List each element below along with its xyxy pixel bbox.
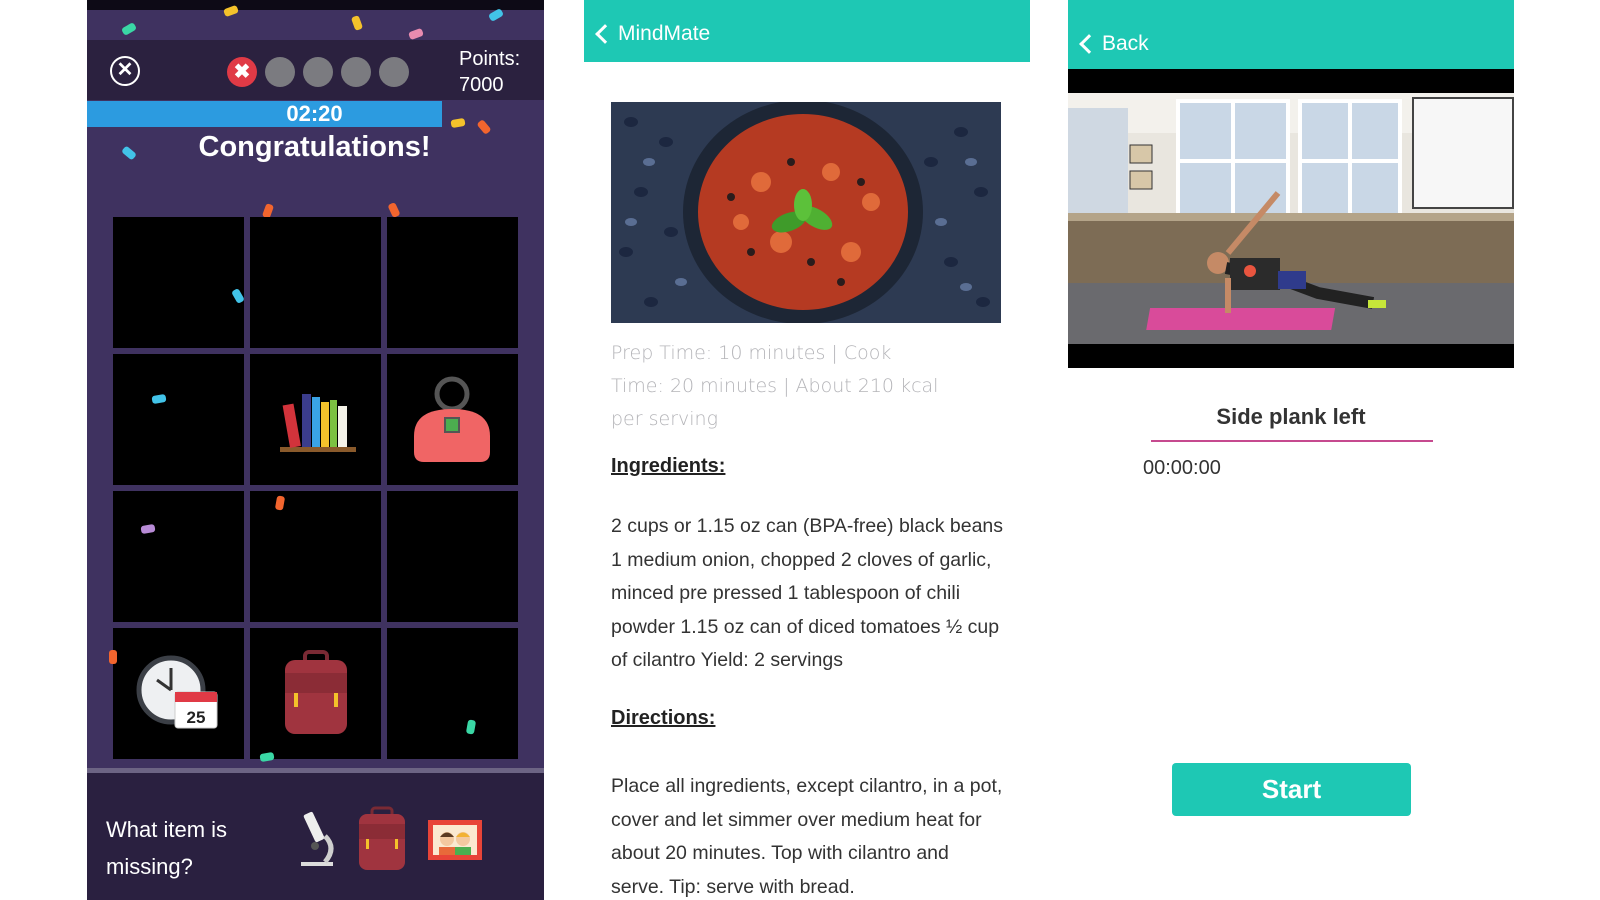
back-button[interactable]: Back [1078, 32, 1149, 56]
side-plank-video-frame[interactable] [1068, 93, 1514, 344]
nav-title: MindMate [618, 22, 711, 45]
grid-cell[interactable] [250, 491, 381, 622]
exercise-screen: Back Side plank left 00:00:00 Start [1068, 0, 1515, 900]
elapsed-time: 00:00:00 [1143, 457, 1221, 479]
congratulations-title: Congratulations! [198, 131, 431, 163]
points-value: 7000 [459, 74, 504, 96]
confetti [120, 22, 138, 36]
memory-game-screen: ✕ ✖ Points: 7000 02:20 Congratulations! [87, 0, 544, 900]
microscope-icon [301, 811, 334, 866]
grid-cell[interactable] [250, 217, 381, 348]
points-label: Points: [459, 48, 521, 70]
black-bean-chili-photo [611, 102, 1001, 323]
books-icon [280, 394, 356, 452]
game-header: ✕ ✖ Points: 7000 [87, 40, 544, 100]
question-panel: What item is missing? [87, 773, 544, 900]
chevron-left-icon [595, 24, 615, 44]
status-strip [87, 0, 544, 10]
video-letterbox-top [1068, 69, 1514, 93]
backpack-icon [359, 806, 405, 870]
clock-calendar-icon: 25 [136, 655, 218, 729]
attempts-indicator: ✖ [227, 57, 409, 87]
calendar-day: 25 [187, 708, 206, 727]
question-text: What item is missing? [106, 817, 228, 879]
attempt-dot [341, 57, 371, 87]
failed-attempt-icon: ✖ [227, 57, 257, 87]
recipe-screen: MindMate Prep Time: 10 minutes | Cook Ti… [584, 0, 1031, 900]
grid-cell[interactable] [113, 354, 244, 485]
grid-cell[interactable] [250, 628, 381, 759]
back-button[interactable]: MindMate [594, 22, 710, 46]
directions-text: Place all ingredients, except cilantro, … [611, 775, 1003, 898]
backpack-icon [285, 650, 347, 734]
confetti [259, 751, 275, 763]
navigation-bar: Back [1068, 0, 1514, 69]
navigation-bar: MindMate [584, 0, 1030, 62]
ingredients-text: 2 cups or 1.15 oz can (BPA-free) black b… [611, 515, 1004, 671]
memory-grid: 25 [113, 217, 519, 759]
attempt-dot [303, 57, 333, 87]
chevron-left-icon [1079, 34, 1099, 54]
grid-cell[interactable] [113, 217, 244, 348]
option-microscope[interactable] [285, 806, 345, 872]
grid-cell[interactable] [387, 628, 518, 759]
video-letterbox-bottom [1068, 344, 1514, 368]
confetti [408, 27, 424, 41]
grid-cell[interactable] [250, 354, 381, 485]
close-icon[interactable]: ✕ [110, 56, 140, 86]
confetti [109, 650, 117, 664]
confetti [350, 15, 364, 31]
confetti [387, 201, 401, 219]
attempt-dot [265, 57, 295, 87]
option-family-photo[interactable] [425, 806, 485, 872]
recipe-meta: Prep Time: 10 minutes | Cook Time: 20 mi… [611, 342, 939, 430]
grid-cell[interactable] [387, 491, 518, 622]
exercise-name: Side plank left [1216, 404, 1366, 429]
grid-cell[interactable] [387, 217, 518, 348]
attempt-dot [379, 57, 409, 87]
grid-cell[interactable] [387, 354, 518, 485]
grid-cell[interactable] [113, 491, 244, 622]
handbag-icon [414, 376, 490, 462]
back-label: Back [1102, 32, 1149, 55]
directions-heading: Directions: [611, 707, 716, 729]
timer: 02:20 [286, 101, 343, 126]
points-display: Points: 7000 [459, 46, 520, 98]
title-underline [1151, 440, 1433, 442]
ingredients-heading: Ingredients: [611, 455, 726, 477]
family-photo-icon [428, 820, 482, 860]
option-backpack[interactable] [352, 806, 412, 872]
start-button[interactable]: Start [1172, 763, 1411, 816]
confetti [487, 8, 505, 22]
grid-cell[interactable]: 25 [113, 628, 244, 759]
